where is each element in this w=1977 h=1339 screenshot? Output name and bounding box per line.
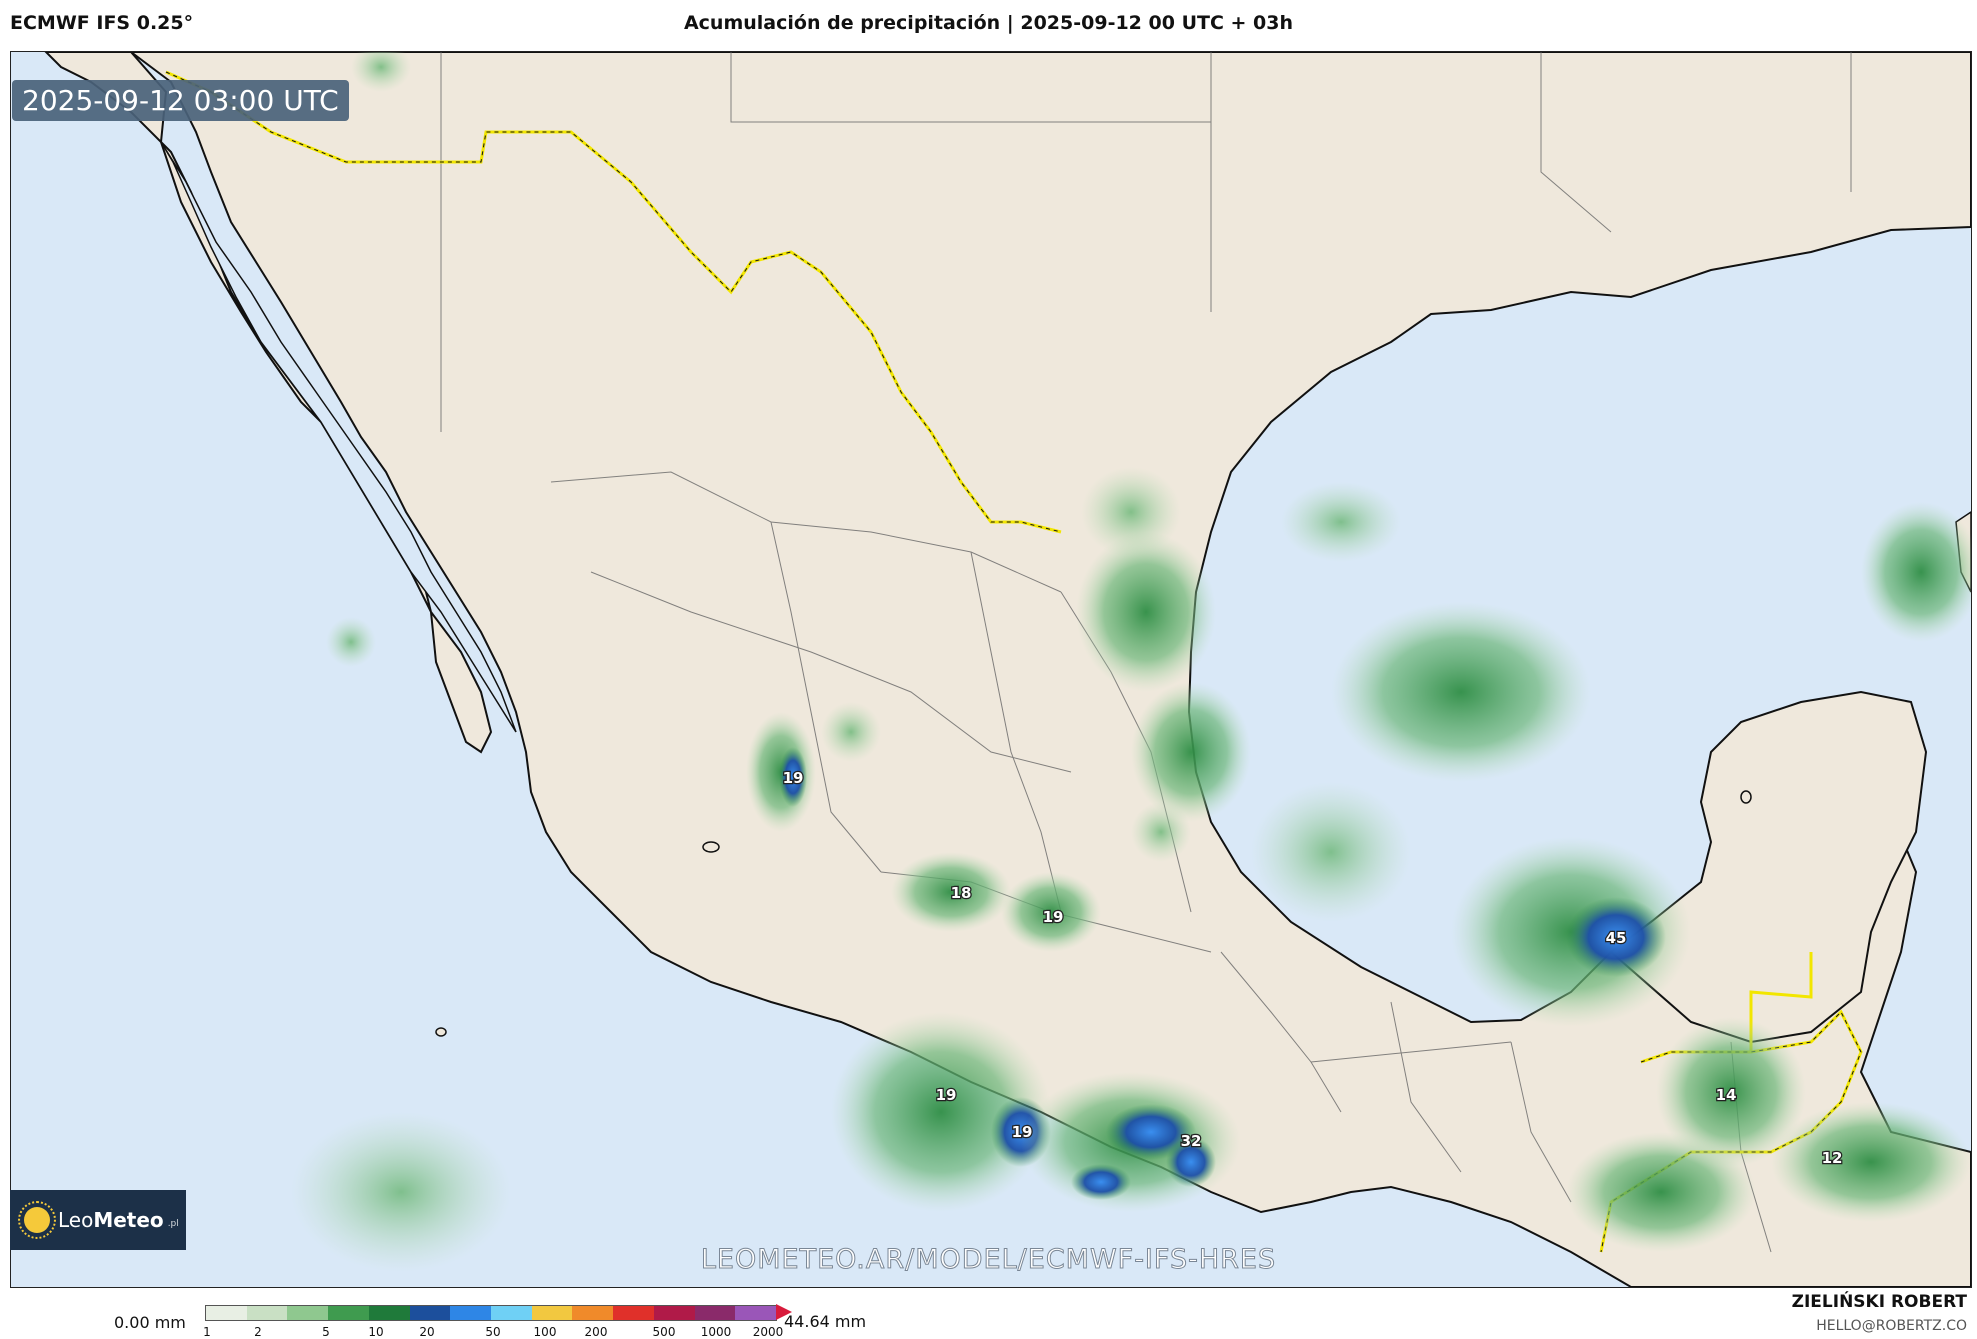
legend-tick-label: 2 xyxy=(254,1325,262,1339)
legend-color-segment xyxy=(572,1306,614,1320)
chart-title: Acumulación de precipitación | 2025-09-1… xyxy=(683,12,1294,34)
legend-color-segment xyxy=(246,1306,288,1320)
legend-color-bar xyxy=(205,1305,777,1321)
legend-tick-label: 20 xyxy=(419,1325,435,1339)
leometeo-logo: LeoMeteo .pl xyxy=(10,1190,186,1250)
legend-tick-label: 5 xyxy=(322,1325,330,1339)
map-canvas[interactable]: 19 18 19 19 19 32 45 14 12 xyxy=(10,51,1972,1288)
logo-brand: LeoMeteo xyxy=(58,1208,164,1232)
legend-color-segment xyxy=(206,1306,248,1320)
legend-color-segment xyxy=(653,1306,696,1320)
legend-tick-label: 500 xyxy=(652,1325,676,1339)
precip-label-guerrero-b: 19 xyxy=(1012,1123,1033,1141)
legend-tick-label: 200 xyxy=(584,1325,608,1339)
legend-tick-label: 1000 xyxy=(700,1325,732,1339)
legend-color-segment xyxy=(328,1306,370,1320)
legend-tick-label: 50 xyxy=(485,1325,501,1339)
map-svg: 19 18 19 19 19 32 45 14 12 xyxy=(44,52,1971,1287)
source-watermark: LEOMETEO.AR/MODEL/ECMWF-IFS-HRES xyxy=(700,1244,1277,1276)
legend-tick-label: 1 xyxy=(203,1325,211,1339)
island xyxy=(702,841,720,853)
legend-color-segment xyxy=(409,1306,451,1320)
precip-label-peten: 14 xyxy=(1716,1086,1737,1104)
legend-color-segment xyxy=(368,1306,411,1320)
precip-label-campeche-bay: 45 xyxy=(1606,929,1627,947)
sun-icon xyxy=(18,1201,56,1239)
legend-max-label: 44.64 mm xyxy=(784,1312,867,1331)
legend-color-segment xyxy=(531,1306,573,1320)
island xyxy=(435,1027,447,1037)
legend-tick-label: 100 xyxy=(533,1325,557,1339)
legend-color-segment xyxy=(613,1306,655,1320)
author-name: ZIELIŃSKI ROBERT xyxy=(1791,1292,1967,1312)
precip-label-guerrero-a: 19 xyxy=(936,1086,957,1104)
precip-label-michoacan-b: 19 xyxy=(1043,908,1064,926)
author-email: HELLO@ROBERTZ.CO xyxy=(1816,1318,1967,1334)
precip-label-jalisco-coast: 19 xyxy=(783,769,804,787)
legend-min-label: 0.00 mm xyxy=(114,1313,186,1332)
precip-label-oaxaca-coast: 32 xyxy=(1181,1132,1202,1150)
legend-tick-label: 10 xyxy=(368,1325,384,1339)
island xyxy=(1740,790,1752,804)
legend-color-segment xyxy=(491,1306,533,1320)
precip-label-belize-honduras: 12 xyxy=(1822,1149,1843,1167)
precip-label-michoacan-a: 18 xyxy=(951,884,972,902)
legend-tick-label: 2000 xyxy=(752,1325,784,1339)
legend-color-segment xyxy=(735,1306,777,1320)
valid-time-badge: 2025-09-12 03:00 UTC xyxy=(12,80,349,121)
legend-color-segment xyxy=(694,1306,736,1320)
legend-color-segment xyxy=(450,1306,492,1320)
logo-suffix: .pl xyxy=(167,1219,179,1229)
legend-color-segment xyxy=(287,1306,329,1320)
